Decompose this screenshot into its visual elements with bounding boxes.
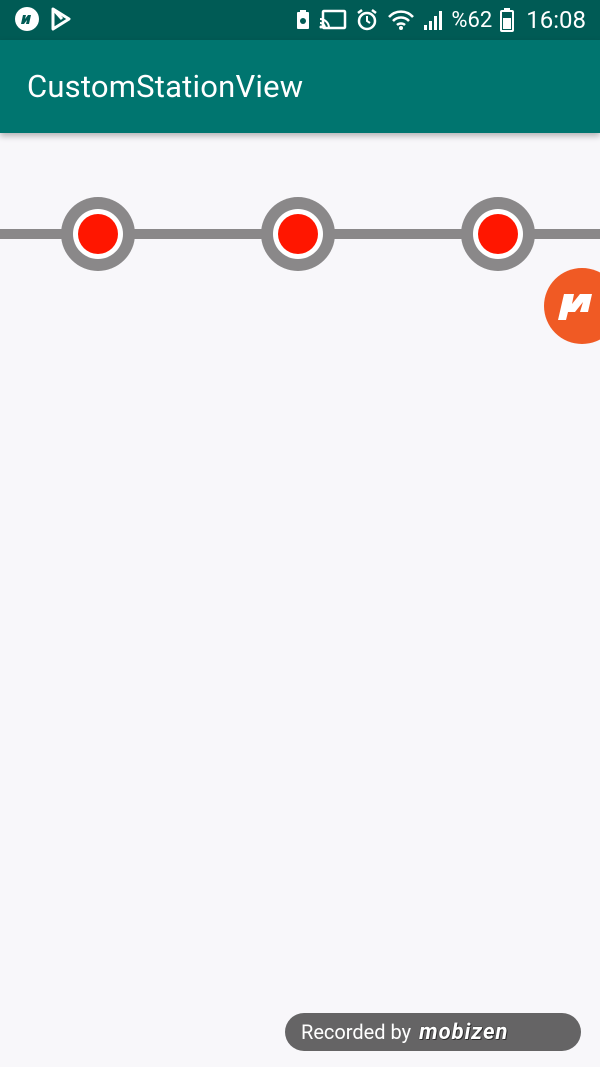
status-left-icons (14, 6, 72, 32)
mobizen-icon (15, 7, 39, 31)
app-bar: CustomStationView (0, 40, 600, 133)
status-bar: %62 16:08 (0, 0, 600, 40)
battery-saver-icon (297, 10, 310, 29)
cast-icon (319, 9, 347, 30)
alarm-icon (357, 9, 378, 31)
status-time: 16:08 (526, 6, 586, 34)
station-1[interactable] (61, 197, 135, 271)
recorded-by-label: Recorded by (301, 1020, 412, 1044)
battery-icon (500, 8, 515, 32)
station-3[interactable] (461, 197, 535, 271)
station-2[interactable] (261, 197, 335, 271)
signal-icon (424, 11, 443, 30)
status-right-icons: %62 16:08 (295, 0, 586, 40)
recorded-by-badge: Recorded by mobizen (285, 1013, 581, 1051)
app-title: CustomStationView (27, 68, 304, 105)
custom-station-view (0, 197, 600, 271)
battery-percent: %62 (451, 7, 493, 33)
wifi-icon (388, 10, 415, 30)
mobizen-floating-button[interactable] (542, 266, 600, 346)
mobizen-logo: mobizen (419, 1019, 509, 1045)
play-store-icon (51, 7, 71, 31)
